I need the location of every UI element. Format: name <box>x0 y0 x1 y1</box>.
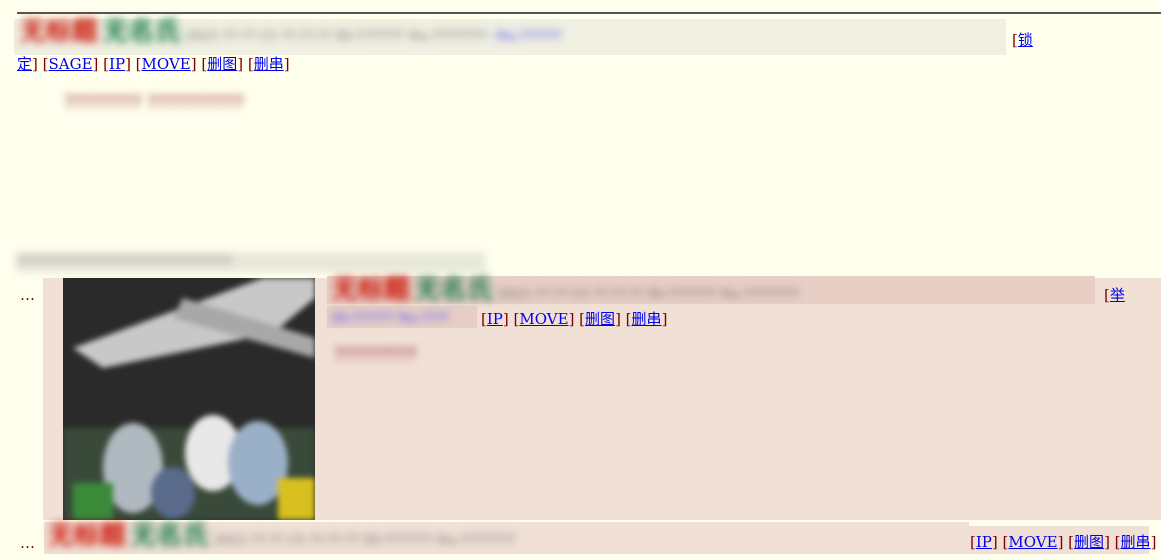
op-meta-link: ·No.?????? <box>491 29 561 44</box>
reply2-delete-image-link[interactable]: 删图 <box>1074 533 1104 551</box>
move-link[interactable]: MOVE <box>142 55 191 73</box>
sage-link[interactable]: SAGE <box>49 55 93 73</box>
reply2-header-content: 无标题 无名氏 2021-??-?? (?) ??:??:?? ID:?????… <box>48 522 966 554</box>
omitted-replies-notice: ??????????????????????????????? <box>16 252 486 272</box>
ip-link[interactable]: IP <box>109 55 125 73</box>
reply2-delete-thread-link[interactable]: 删串 <box>1121 533 1151 551</box>
reply-action-bar: [IP] [MOVE] [删图] [删串] <box>481 310 668 328</box>
op-lock-link-line1: [锁 <box>1012 31 1033 49</box>
reply2-title: 无标题 <box>48 522 127 551</box>
report-link[interactable]: 举 <box>1110 286 1125 304</box>
reply-marker: … <box>20 286 36 304</box>
delete-image-link[interactable]: 删图 <box>207 55 237 73</box>
lock-link-continued[interactable]: 定 <box>17 55 32 73</box>
reply-meta: 2021-??-?? (?) ??:??:?? ID:??????? No.??… <box>497 287 800 302</box>
op-name: 无名氏 <box>102 18 181 47</box>
op-meta: 2021-??-?? (?) ??:??:?? ID:??????? No.??… <box>185 29 488 44</box>
reply2-meta: 2021-??-?? (?) ??:??:?? ID:??????? No.??… <box>213 533 516 548</box>
reply2-marker: … <box>20 534 36 552</box>
reply-header-content: 无标题 无名氏 2021-??-?? (?) ??:??:?? ID:?????… <box>332 276 1092 306</box>
reply-report-line: [举 <box>1104 286 1125 304</box>
op-action-bar: 定] [SAGE] [IP] [MOVE] [删图] [删串] <box>17 55 290 73</box>
reply-body-text: ????????? <box>334 345 417 365</box>
reply2-move-link[interactable]: MOVE <box>1008 533 1057 551</box>
thread-separator <box>17 12 1161 14</box>
reply-title: 无标题 <box>332 276 411 305</box>
delete-thread-link[interactable]: 删串 <box>254 55 284 73</box>
reply-delete-image-link[interactable]: 删图 <box>585 310 615 328</box>
reply-header-content-2: ID:?????? No.???? <box>332 311 449 326</box>
reply-ip-link[interactable]: IP <box>487 310 503 328</box>
reply2-action-bar: [IP] [MOVE] [删图] [删串] <box>970 533 1157 551</box>
op-body-text: ???????? ?????????? <box>64 92 244 113</box>
reply-move-link[interactable]: MOVE <box>519 310 568 328</box>
op-title: 无标题 <box>20 18 99 47</box>
reply-thumbnail[interactable] <box>63 278 315 520</box>
thumbnail-image <box>63 278 315 520</box>
reply2-name: 无名氏 <box>130 522 209 551</box>
reply-delete-thread-link[interactable]: 删串 <box>632 310 662 328</box>
reply2-ip-link[interactable]: IP <box>976 533 992 551</box>
reply-name: 无名氏 <box>414 276 493 305</box>
lock-link[interactable]: 锁 <box>1018 31 1033 49</box>
op-header-content: 无标题 无名氏 2021-??-?? (?) ??:??:?? ID:?????… <box>20 18 1000 56</box>
